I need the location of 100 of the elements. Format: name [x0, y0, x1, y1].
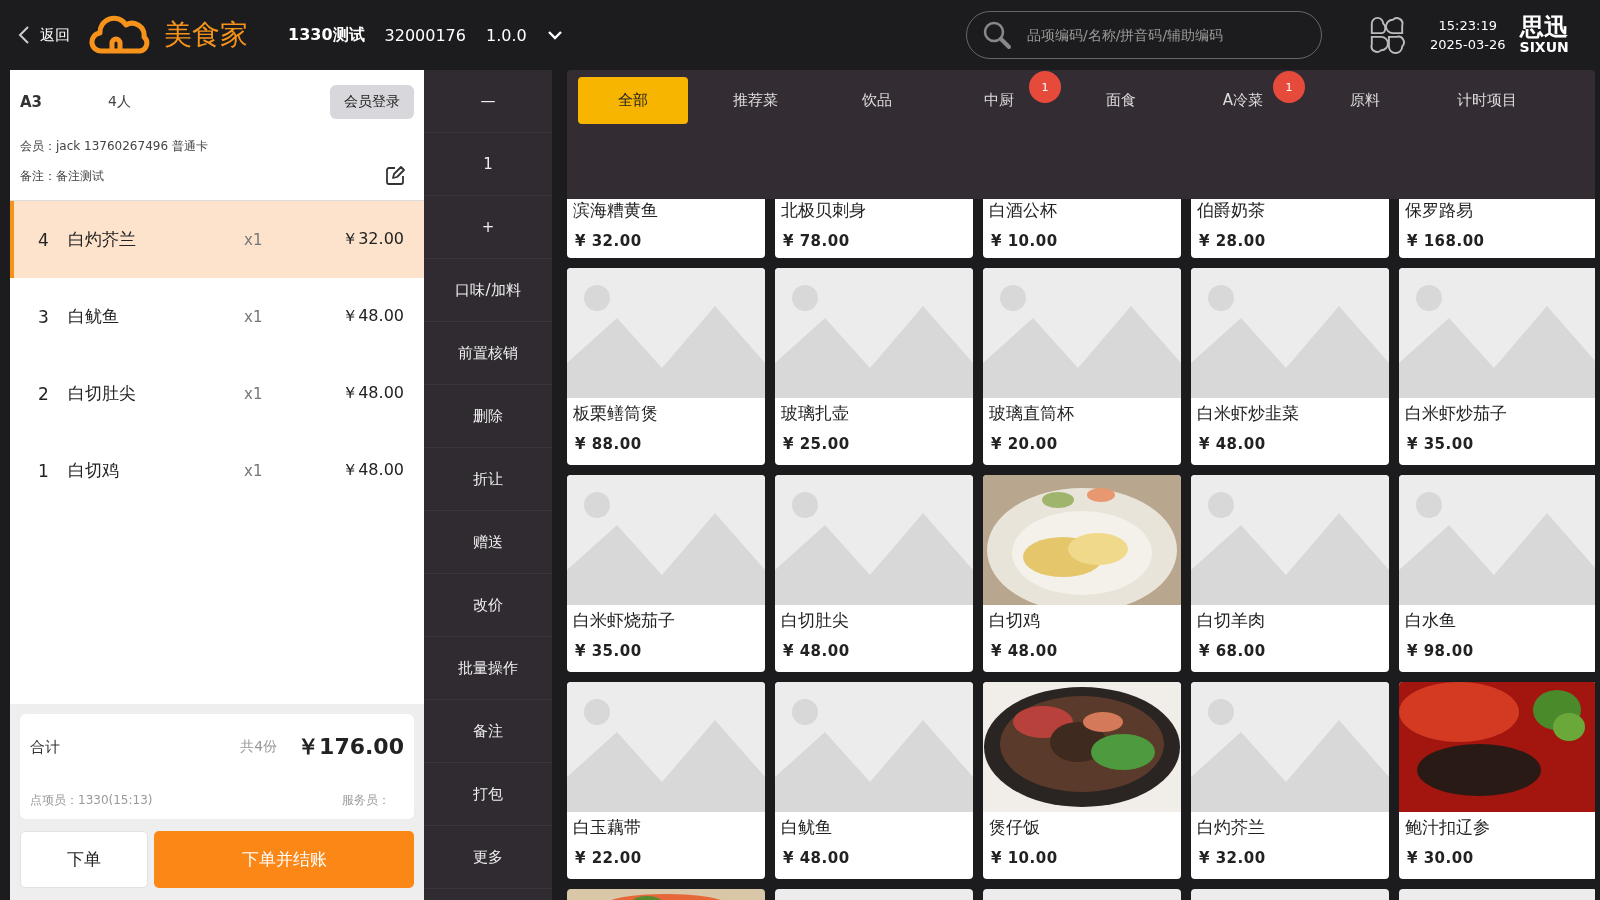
product-price: ¥ 20.00 — [990, 434, 1059, 453]
product-card[interactable]: 白鱿鱼 ¥ 48.00 — [775, 682, 973, 879]
product-name: 北极贝刺身 — [780, 199, 867, 222]
product-name: 白米虾烧茄子 — [572, 609, 676, 632]
action-button[interactable]: 1 — [424, 133, 552, 196]
total-label: 合计 — [30, 737, 61, 757]
action-button[interactable]: 前置核销 — [424, 322, 552, 385]
product-card[interactable]: 玻璃扎壶 ¥ 25.00 — [775, 268, 973, 465]
category-tab[interactable]: 中厨 — [980, 77, 1018, 124]
product-price: ¥ 25.00 — [782, 434, 851, 453]
product-name: 白切肚尖 — [780, 609, 850, 632]
product-name: 白切鸡 — [988, 609, 1041, 632]
item-price: ￥32.00 — [341, 229, 404, 250]
product-card[interactable]: 白酒公杯 ¥ 10.00 — [983, 199, 1181, 258]
category-tab[interactable]: 面食 — [1102, 77, 1140, 124]
action-button[interactable]: 口味/加料 — [424, 259, 552, 322]
guest-count: 4人 — [108, 93, 132, 111]
product-card[interactable]: 北极贝刺身 ¥ 78.00 — [775, 199, 973, 258]
product-price: ¥ 32.00 — [1198, 848, 1267, 867]
date-label: 2025-03-26 — [1430, 37, 1506, 52]
product-name: 白酒公杯 — [988, 199, 1058, 222]
product-price: ¥ 98.00 — [1406, 641, 1475, 660]
product-name: 白水鱼 — [1404, 609, 1457, 632]
action-button[interactable]: 批量操作 — [424, 637, 552, 700]
action-button[interactable]: — — [424, 70, 552, 133]
product-card[interactable]: 伯爵奶茶 ¥ 28.00 — [1191, 199, 1389, 258]
product-name: 伯爵奶茶 — [1196, 199, 1266, 222]
item-count: 共4份 — [240, 738, 278, 756]
order-item[interactable]: 1 白切鸡 x1 ￥48.00 — [10, 432, 424, 509]
action-button[interactable]: + — [424, 196, 552, 259]
product-card[interactable]: 保罗路易 ¥ 168.00 — [1399, 199, 1595, 258]
product-card[interactable]: 白米虾炒韭菜 ¥ 48.00 — [1191, 268, 1389, 465]
product-name: 白灼芥兰 — [1196, 816, 1266, 839]
product-price: ¥ 28.00 — [1198, 231, 1267, 250]
action-button[interactable]: 更多 — [424, 826, 552, 889]
action-button[interactable]: 赠送 — [424, 511, 552, 574]
product-price: ¥ 48.00 — [782, 848, 851, 867]
apps-icon[interactable] — [1368, 16, 1406, 54]
item-name: 白切鸡 — [68, 459, 120, 482]
action-button[interactable]: 折让 — [424, 448, 552, 511]
category-tab[interactable]: 全部 — [578, 77, 688, 124]
product-name: 鲍汁扣辽参 — [1404, 816, 1491, 839]
chevron-down-icon[interactable] — [546, 30, 563, 40]
product-card[interactable]: 白米虾炒茄子 ¥ 35.00 — [1399, 268, 1595, 465]
brand-name: 美食家 — [164, 17, 248, 53]
member-login-button[interactable]: 会员登录 — [330, 85, 414, 119]
item-quantity: x1 — [244, 461, 264, 480]
store-name: 1330测试 — [288, 24, 365, 46]
product-card[interactable]: 板栗鳝筒煲 ¥ 88.00 — [567, 268, 765, 465]
table-label: A3 — [20, 93, 44, 111]
product-card[interactable]: 滨海糟黄鱼 ¥ 32.00 — [567, 199, 765, 258]
product-card[interactable]: 煲仔饭 ¥ 10.00 — [983, 682, 1181, 879]
item-name: 白鱿鱼 — [68, 305, 120, 328]
order-item[interactable]: 4 白灼芥兰 x1 ￥32.00 — [10, 201, 424, 278]
product-card[interactable]: 玻璃直筒杯 ¥ 20.00 — [983, 268, 1181, 465]
item-number: 2 — [38, 383, 50, 404]
product-price: ¥ 48.00 — [1198, 434, 1267, 453]
product-name: 白米虾炒韭菜 — [1196, 402, 1300, 425]
product-name: 保罗路易 — [1404, 199, 1474, 222]
order-item[interactable]: 2 白切肚尖 x1 ￥48.00 — [10, 355, 424, 432]
product-card[interactable]: 白切肚尖 ¥ 48.00 — [775, 475, 973, 672]
product-price: ¥ 35.00 — [1406, 434, 1475, 453]
product-price: ¥ 68.00 — [1198, 641, 1267, 660]
product-price: ¥ 10.00 — [990, 848, 1059, 867]
item-price: ￥48.00 — [341, 460, 404, 481]
back-icon[interactable] — [18, 25, 30, 45]
product-name: 板栗鳝筒煲 — [572, 402, 659, 425]
product-name: 玻璃直筒杯 — [988, 402, 1075, 425]
category-tab[interactable]: 推荐菜 — [728, 77, 782, 124]
product-card[interactable]: 白水鱼 ¥ 98.00 — [1399, 475, 1595, 672]
item-name: 白切肚尖 — [68, 382, 137, 405]
product-price: ¥ 35.00 — [574, 641, 643, 660]
product-card[interactable]: 白玉藕带 ¥ 22.00 — [567, 682, 765, 879]
action-button[interactable]: 删除 — [424, 385, 552, 448]
order-item[interactable]: 3 白鱿鱼 x1 ￥48.00 — [10, 278, 424, 355]
category-tab[interactable]: A冷菜 — [1218, 77, 1268, 124]
product-card[interactable]: 白切羊肉 ¥ 68.00 — [1191, 475, 1389, 672]
product-card[interactable]: 白切鸡 ¥ 48.00 — [983, 475, 1181, 672]
item-name: 白灼芥兰 — [68, 228, 137, 251]
search-field[interactable]: 品项编码/名称/拼音码/辅助编码 — [966, 11, 1322, 59]
item-number: 4 — [38, 229, 50, 250]
product-card[interactable]: 白灼芥兰 ¥ 32.00 — [1191, 682, 1389, 879]
count-badge: 1 — [1029, 71, 1061, 103]
action-button[interactable]: 打包 — [424, 763, 552, 826]
back-link[interactable]: 返回 — [40, 25, 70, 45]
action-button[interactable]: 改价 — [424, 574, 552, 637]
product-card[interactable]: 鲍汁扣辽参 ¥ 30.00 — [1399, 682, 1595, 879]
category-tab[interactable]: 原料 — [1346, 77, 1384, 124]
category-tab[interactable]: 饮品 — [858, 77, 896, 124]
category-tab[interactable]: 计时项目 — [1453, 77, 1521, 124]
product-name: 玻璃扎壶 — [780, 402, 850, 425]
count-badge: 1 — [1273, 71, 1305, 103]
place-order-button[interactable]: 下单 — [20, 831, 148, 888]
item-price: ￥48.00 — [341, 383, 404, 404]
product-price: ¥ 22.00 — [574, 848, 643, 867]
action-button[interactable]: 备注 — [424, 700, 552, 763]
product-price: ¥ 48.00 — [990, 641, 1059, 660]
item-number: 3 — [38, 306, 50, 327]
edit-icon[interactable] — [384, 165, 406, 187]
product-card[interactable]: 白米虾烧茄子 ¥ 35.00 — [567, 475, 765, 672]
